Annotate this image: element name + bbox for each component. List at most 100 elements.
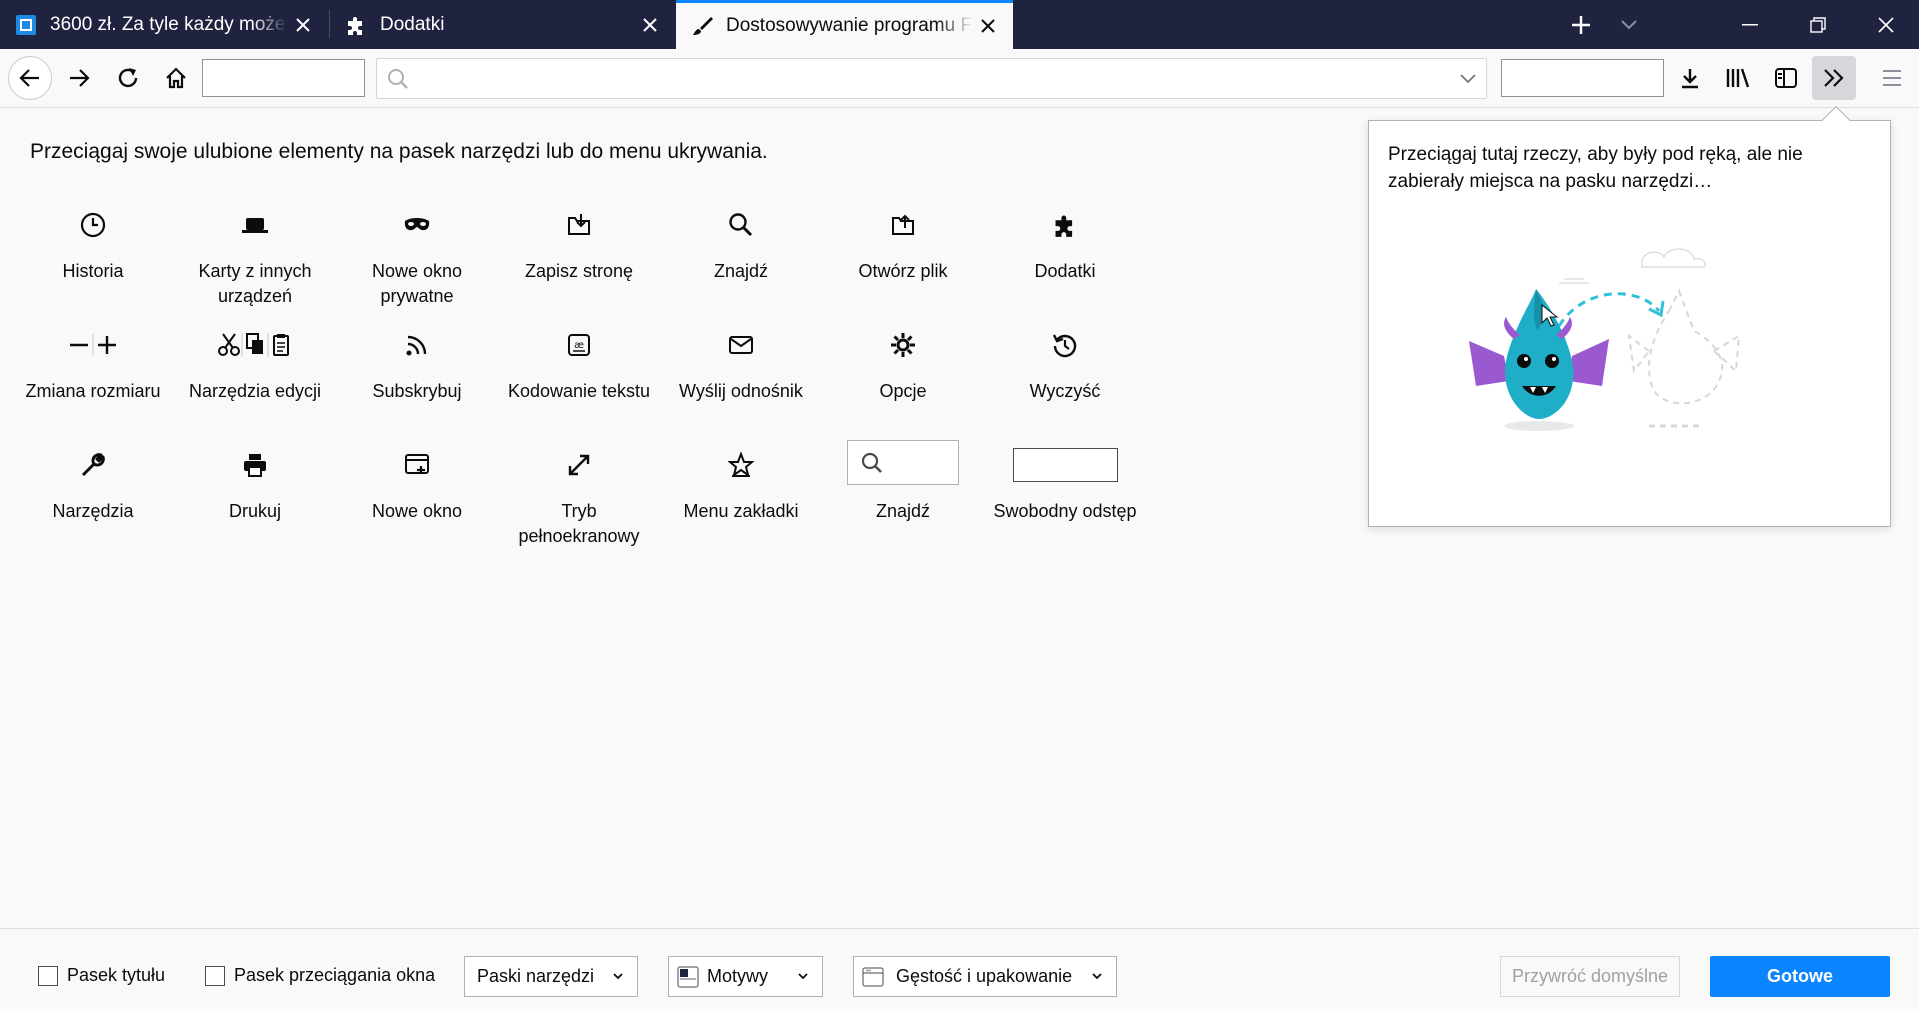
palette-item-history[interactable]: Historia: [18, 205, 168, 284]
app-menu-button[interactable]: [1870, 56, 1914, 100]
checkbox-box[interactable]: [38, 965, 58, 986]
close-icon: [1878, 16, 1894, 33]
palette-item-new-window[interactable]: Nowe okno: [342, 445, 492, 524]
flexible-space[interactable]: [1501, 59, 1664, 97]
palette-item-zoom-controls[interactable]: Zmiana rozmiaru: [18, 325, 168, 404]
back-button[interactable]: [8, 56, 52, 100]
theme-icon: [677, 966, 699, 987]
sidebar-button[interactable]: [1764, 56, 1808, 100]
toolbars-dropdown[interactable]: Paski narzędzi: [464, 956, 638, 997]
new-window-icon: [404, 445, 430, 485]
search-icon: [861, 452, 882, 473]
palette-item-label: Menu zakładki: [683, 501, 799, 521]
customize-footer: Pasek tytułu Pasek przeciągania okna Pas…: [0, 928, 1919, 1009]
tab-title: 3600 zł. Za tyle każdy może się: [50, 13, 288, 35]
tab-close-icon[interactable]: [973, 11, 1003, 41]
chevron-down-icon: [798, 973, 808, 980]
gear-icon: [890, 325, 916, 365]
palette-item-developer[interactable]: Narzędzia: [18, 445, 168, 524]
overflow-panel[interactable]: Przeciągaj tutaj rzeczy, aby były pod rę…: [1368, 105, 1891, 527]
tab-close-icon[interactable]: [635, 10, 665, 40]
arrow-left-icon: [19, 69, 39, 87]
tab-news[interactable]: 3600 zł. Za tyle każdy może się: [0, 0, 328, 49]
overflow-menu-button[interactable]: [1812, 56, 1856, 100]
edit-controls-icon: [217, 325, 293, 365]
library-button[interactable]: [1716, 56, 1760, 100]
puzzle-icon: [344, 13, 368, 37]
tab-addons[interactable]: Dodatki: [330, 0, 675, 49]
palette-item-save-page[interactable]: Zapisz stronę: [504, 205, 654, 284]
search-box-icon: [847, 440, 959, 485]
svg-text:æ: æ: [574, 340, 584, 351]
wrench-icon: [80, 445, 106, 485]
home-icon: [166, 67, 186, 89]
palette-item-label: Wyślij odnośnik: [679, 381, 803, 401]
palette-item-label: Narzędzia edycji: [188, 381, 322, 401]
sidebar-icon: [1775, 68, 1797, 88]
palette-item-flexible-space[interactable]: Swobodny odstęp: [990, 445, 1140, 524]
palette-item-private-window[interactable]: Nowe okno prywatne: [342, 205, 492, 309]
palette-item-label: Historia: [62, 261, 124, 281]
text-encoding-icon: æ: [567, 325, 591, 365]
new-tab-button[interactable]: [1556, 0, 1606, 49]
dropdown-label: Gęstość i upakowanie: [896, 966, 1073, 986]
palette-item-label: Kodowanie tekstu: [507, 381, 651, 401]
palette-item-label: Wyczyść: [1029, 381, 1101, 401]
restore-defaults-button[interactable]: Przywróć domyślne: [1500, 956, 1680, 997]
palette-item-preferences[interactable]: Opcje: [828, 325, 978, 404]
palette-item-synced-tabs[interactable]: Karty z innych urządzeń: [180, 205, 330, 309]
minimize-button[interactable]: [1724, 0, 1776, 49]
tab-close-icon[interactable]: [288, 10, 318, 40]
palette-item-label: Subskrybuj: [372, 381, 462, 401]
forget-icon: [1052, 325, 1078, 365]
drag-space-checkbox[interactable]: Pasek przeciągania okna: [205, 965, 435, 986]
palette-item-print[interactable]: Drukuj: [180, 445, 330, 524]
home-button[interactable]: [154, 56, 198, 100]
palette-item-email-link[interactable]: Wyślij odnośnik: [666, 325, 816, 404]
palette-item-addons[interactable]: Dodatki: [990, 205, 1140, 284]
reload-button[interactable]: [106, 56, 150, 100]
palette-item-label: Karty z innych urządzeń: [198, 261, 312, 306]
restore-icon: [1810, 16, 1826, 33]
flexible-space[interactable]: [202, 59, 365, 97]
palette-item-open-file[interactable]: Otwórz plik: [828, 205, 978, 284]
clock-icon: [80, 205, 106, 245]
palette-item-bookmarks-menu[interactable]: Menu zakładki: [666, 445, 816, 524]
site-favicon: [14, 13, 38, 37]
palette-item-forget[interactable]: Wyczyść: [990, 325, 1140, 404]
chevron-double-right-icon: [1824, 69, 1844, 87]
palette-item-label: Swobodny odstęp: [993, 501, 1137, 521]
dragon-illustration: [1469, 248, 1741, 431]
restore-button[interactable]: [1792, 0, 1844, 49]
tab-customize[interactable]: Dostosowywanie programu Firefox: [676, 0, 1013, 49]
minimize-icon: [1742, 23, 1758, 25]
density-dropdown[interactable]: Gęstość i upakowanie: [853, 956, 1117, 997]
printer-icon: [242, 445, 268, 485]
palette-item-label: Nowe okno: [371, 501, 463, 521]
brush-icon: [690, 14, 714, 38]
palette-item-find[interactable]: Znajdź: [666, 205, 816, 284]
flexible-space-icon: [1012, 445, 1118, 485]
palette-item-label: Drukuj: [228, 501, 281, 521]
downloads-button[interactable]: [1668, 56, 1712, 100]
palette-item-label: Opcje: [879, 381, 927, 401]
tab-title: Dodatki: [380, 13, 445, 35]
palette-instructions: Przeciągaj swoje ulubione elementy na pa…: [30, 140, 768, 163]
themes-dropdown[interactable]: Motywy: [668, 956, 823, 997]
palette-item-fullscreen[interactable]: Tryb pełnoekranowy: [504, 445, 654, 549]
palette-item-edit-controls[interactable]: Narzędzia edycji: [180, 325, 330, 404]
palette-item-text-encoding[interactable]: æ Kodowanie tekstu: [504, 325, 654, 404]
palette-item-feed[interactable]: Subskrybuj: [342, 325, 492, 404]
save-page-icon: [566, 205, 592, 245]
title-bar-checkbox[interactable]: Pasek tytułu: [38, 965, 165, 986]
list-all-tabs-button[interactable]: [1604, 0, 1654, 49]
chevron-down-icon[interactable]: [1460, 71, 1476, 89]
reload-icon: [118, 68, 138, 88]
checkbox-box[interactable]: [205, 965, 225, 986]
chevron-down-icon: [1092, 973, 1102, 980]
forward-button[interactable]: [57, 56, 101, 100]
palette-item-search-box[interactable]: Znajdź: [828, 440, 978, 524]
close-window-button[interactable]: [1860, 0, 1912, 49]
done-button[interactable]: Gotowe: [1710, 956, 1890, 997]
url-bar[interactable]: [376, 58, 1487, 99]
